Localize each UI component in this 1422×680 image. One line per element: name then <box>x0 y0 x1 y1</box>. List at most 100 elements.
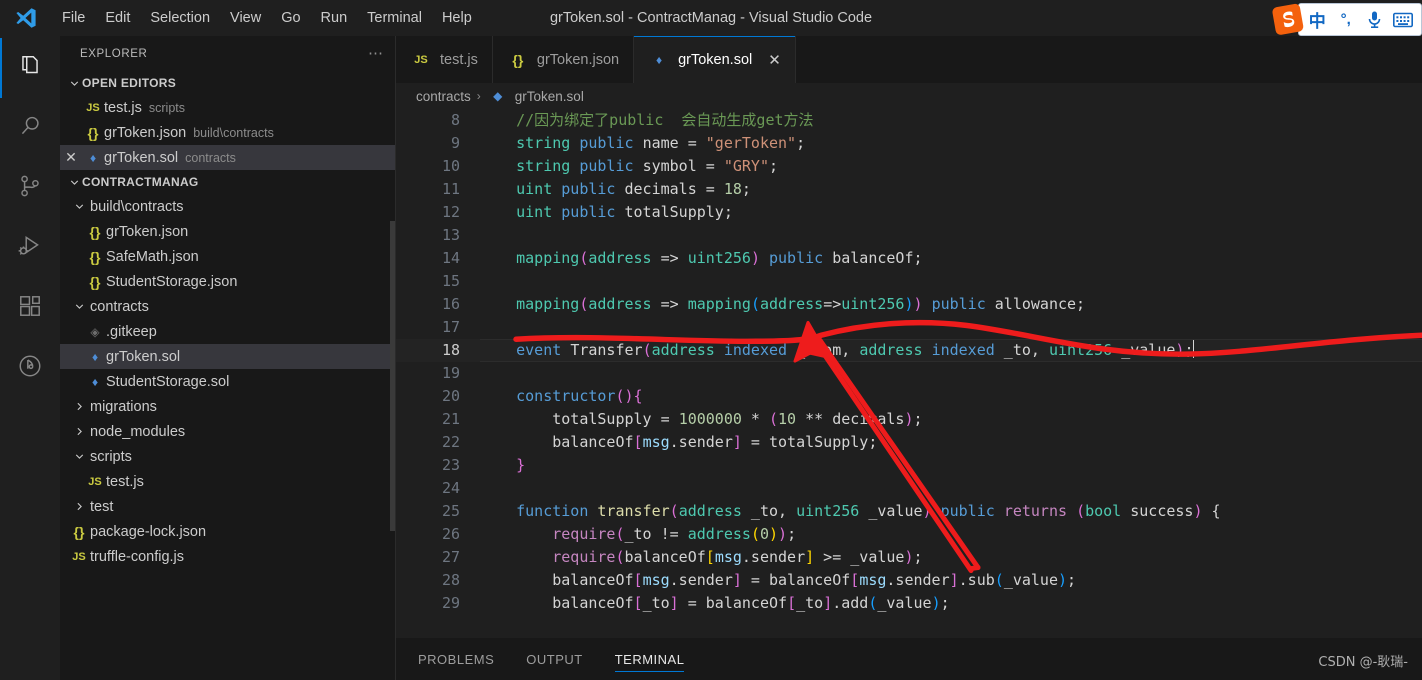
code-text[interactable]: require(balanceOf[msg.sender] >= _value)… <box>480 546 1422 569</box>
tree-row-migrations[interactable]: migrations <box>60 394 395 419</box>
tree-row--gitkeep[interactable]: ◈ .gitkeep <box>60 319 395 344</box>
open-editor-label: grToken.sol <box>104 149 179 166</box>
breadcrumb-folder[interactable]: contracts <box>416 89 471 104</box>
tree-row-contracts[interactable]: contracts <box>60 294 395 319</box>
tree-row-scripts[interactable]: scripts <box>60 444 395 469</box>
code-text[interactable]: mapping(address => mapping(address=>uint… <box>480 293 1422 316</box>
tree-row-grtoken-json[interactable]: {} grToken.json <box>60 219 395 244</box>
code-text[interactable]: uint public totalSupply; <box>480 201 1422 224</box>
fold-gutter[interactable] <box>460 523 480 546</box>
section-open-editors[interactable]: OPEN EDITORS <box>60 71 395 95</box>
code-text[interactable]: string public name = "gerToken"; <box>480 132 1422 155</box>
close-icon[interactable]: ✕ <box>768 51 781 69</box>
open-editor-label: test.js <box>104 99 142 116</box>
code-text[interactable] <box>480 362 1422 385</box>
code-text[interactable] <box>480 316 1422 339</box>
fold-gutter[interactable] <box>460 408 480 431</box>
code-text[interactable]: balanceOf[msg.sender] = balanceOf[msg.se… <box>480 569 1422 592</box>
fold-gutter[interactable] <box>460 569 480 592</box>
activity-search[interactable] <box>0 98 60 158</box>
fold-gutter[interactable] <box>460 592 480 615</box>
fold-gutter[interactable] <box>460 224 480 247</box>
fold-gutter[interactable] <box>460 431 480 454</box>
code-text[interactable]: balanceOf[msg.sender] = totalSupply; <box>480 431 1422 454</box>
fold-gutter[interactable] <box>460 500 480 523</box>
code-text[interactable]: uint public decimals = 18; <box>480 178 1422 201</box>
keyboard-icon[interactable] <box>1391 8 1415 32</box>
tree-row-studentstorage-sol[interactable]: ♦ StudentStorage.sol <box>60 369 395 394</box>
fold-gutter[interactable] <box>460 155 480 178</box>
activity-run-and-debug[interactable] <box>0 218 60 278</box>
tree-row-grtoken-sol[interactable]: ♦ grToken.sol <box>60 344 395 369</box>
breadcrumb-file[interactable]: grToken.sol <box>515 89 584 104</box>
microphone-icon[interactable] <box>1362 8 1386 32</box>
code-text[interactable] <box>480 224 1422 247</box>
activity-explorer[interactable] <box>0 38 60 98</box>
sogou-logo-icon[interactable] <box>1270 0 1310 40</box>
tree-row-studentstorage-json[interactable]: {} StudentStorage.json <box>60 269 395 294</box>
code-text[interactable] <box>480 270 1422 293</box>
open-editor-row-grtoken-json[interactable]: {} grToken.json build\contracts <box>60 120 395 145</box>
fold-gutter[interactable] <box>460 316 480 339</box>
ellipsis-icon[interactable]: ⋯ <box>368 46 385 61</box>
menu-edit[interactable]: Edit <box>95 0 140 36</box>
menu-run[interactable]: Run <box>311 0 358 36</box>
tab-test-js[interactable]: JS test.js <box>396 36 493 83</box>
tab-grtoken-sol[interactable]: ♦ grToken.sol ✕ <box>634 36 796 83</box>
fold-gutter[interactable] <box>460 178 480 201</box>
tree-row-test-js[interactable]: JS test.js <box>60 469 395 494</box>
fold-gutter[interactable] <box>460 477 480 500</box>
menu-terminal[interactable]: Terminal <box>357 0 432 36</box>
code-scroll-area[interactable]: 8 //因为绑定了public 会自动生成get方法 9 string publi… <box>396 109 1422 638</box>
code-text[interactable]: constructor(){ <box>480 385 1422 408</box>
panel-tab-problems[interactable]: PROBLEMS <box>418 638 494 680</box>
sidebar-scrollbar[interactable] <box>390 221 395 531</box>
code-text[interactable] <box>480 477 1422 500</box>
fold-gutter[interactable] <box>460 454 480 477</box>
tree-row-package-lock-json[interactable]: {} package-lock.json <box>60 519 395 544</box>
fold-gutter[interactable] <box>460 247 480 270</box>
tree-row-truffle-config-js[interactable]: JS truffle-config.js <box>60 544 395 569</box>
code-text[interactable]: totalSupply = 1000000 * (10 ** decimals)… <box>480 408 1422 431</box>
tree-row-node_modules[interactable]: node_modules <box>60 419 395 444</box>
menu-go[interactable]: Go <box>271 0 310 36</box>
menu-bar[interactable]: File Edit Selection View Go Run Terminal… <box>52 0 482 36</box>
open-editor-row-grtoken-sol[interactable]: ✕ ♦ grToken.sol contracts <box>60 145 395 170</box>
tree-row-build-contracts[interactable]: build\contracts <box>60 194 395 219</box>
code-text[interactable]: function transfer(address _to, uint256 _… <box>480 500 1422 523</box>
tab-grtoken-json[interactable]: {} grToken.json <box>492 36 635 83</box>
code-text[interactable]: balanceOf[_to] = balanceOf[_to].add(_val… <box>480 592 1422 615</box>
open-editor-row-test-js[interactable]: JS test.js scripts <box>60 95 395 120</box>
code-text[interactable]: require(_to != address(0)); <box>480 523 1422 546</box>
ime-punctuation-button[interactable]: °, <box>1334 8 1358 32</box>
code-text[interactable]: } <box>480 454 1422 477</box>
activity-source-control[interactable] <box>0 158 60 218</box>
fold-gutter[interactable] <box>460 201 480 224</box>
panel-tab-output[interactable]: OUTPUT <box>526 638 582 680</box>
menu-help[interactable]: Help <box>432 0 482 36</box>
code-text[interactable]: event Transfer(address indexed _from, ad… <box>480 339 1422 362</box>
code-text[interactable]: mapping(address => uint256) public balan… <box>480 247 1422 270</box>
fold-gutter[interactable] <box>460 293 480 316</box>
fold-gutter[interactable] <box>460 339 480 362</box>
close-icon[interactable]: ✕ <box>60 149 82 166</box>
tree-row-safemath-json[interactable]: {} SafeMath.json <box>60 244 395 269</box>
fold-gutter[interactable] <box>460 546 480 569</box>
fold-gutter[interactable] <box>460 385 480 408</box>
tree-row-test[interactable]: test <box>60 494 395 519</box>
menu-file[interactable]: File <box>52 0 95 36</box>
section-project[interactable]: CONTRACTMANAG <box>60 170 395 194</box>
code-text[interactable]: //因为绑定了public 会自动生成get方法 <box>480 109 1422 132</box>
code-editor[interactable]: 8 //因为绑定了public 会自动生成get方法 9 string publi… <box>396 109 1422 638</box>
menu-selection[interactable]: Selection <box>140 0 220 36</box>
menu-view[interactable]: View <box>220 0 271 36</box>
fold-gutter[interactable] <box>460 132 480 155</box>
code-text[interactable]: string public symbol = "GRY"; <box>480 155 1422 178</box>
activity-extensions[interactable] <box>0 278 60 338</box>
activity-testing[interactable] <box>0 338 60 398</box>
fold-gutter[interactable] <box>460 270 480 293</box>
fold-gutter[interactable] <box>460 362 480 385</box>
panel-tab-terminal[interactable]: TERMINAL <box>614 638 685 680</box>
fold-gutter[interactable] <box>460 109 480 132</box>
code-line: 16 mapping(address => mapping(address=>u… <box>396 293 1422 316</box>
